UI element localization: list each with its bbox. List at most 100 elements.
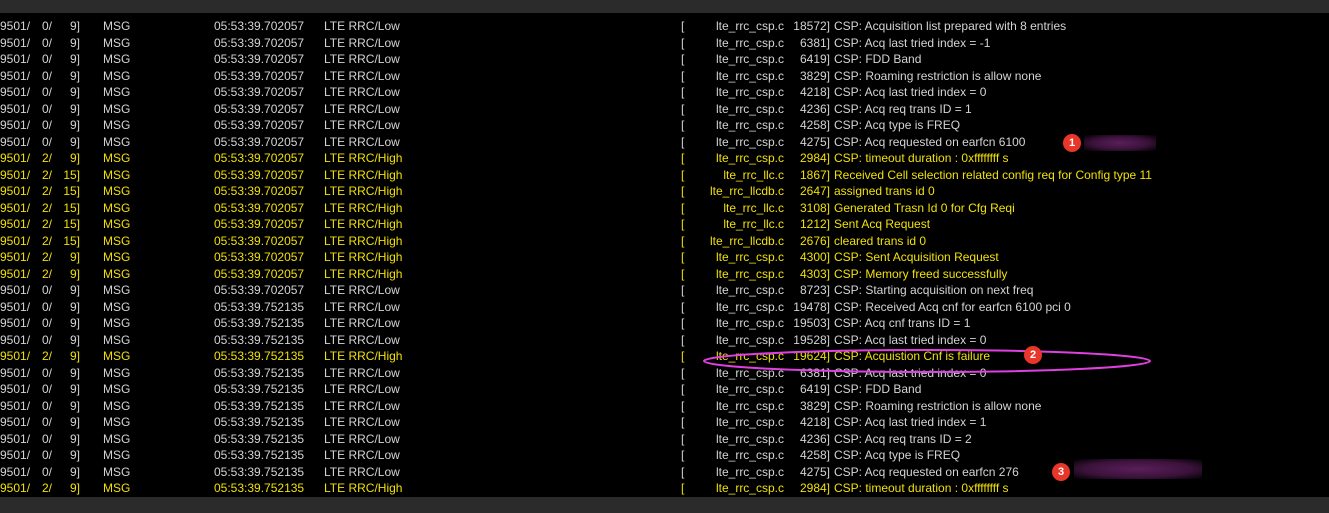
row-type: MSG xyxy=(103,415,131,429)
log-row[interactable]: 9501/2/9] MSG 05:53:39.702057 LTE RRC/High[… xyxy=(0,266,1329,283)
log-viewer[interactable]: 9501/0/9] MSG 05:53:39.702057 LTE RRC/Low[l… xyxy=(0,13,1329,497)
log-row[interactable]: 9501/0/9] MSG 05:53:39.752135 LTE RRC/Low[l… xyxy=(0,381,1329,398)
row-level-code: 9] xyxy=(69,299,80,314)
row-type: MSG xyxy=(103,35,131,50)
row-timestamp: 05:53:39.702057 xyxy=(214,85,305,99)
row-bracket: [ xyxy=(681,283,685,297)
row-type: MSG xyxy=(103,299,131,314)
row-line-number: 4275] xyxy=(799,464,830,479)
row-level-code: 9] xyxy=(69,415,80,429)
row-source-file: lte_rrc_csp.c xyxy=(715,464,784,479)
log-row[interactable]: 9501/0/9] MSG 05:53:39.702057 LTE RRC/Low[l… xyxy=(0,117,1329,134)
log-row[interactable]: 9501/0/9] MSG 05:53:39.752135 LTE RRC/Low[l… xyxy=(0,398,1329,415)
row-source-file: lte_rrc_csp.c xyxy=(715,52,784,66)
row-timestamp: 05:53:39.702057 xyxy=(214,19,305,33)
row-timestamp: 05:53:39.702057 xyxy=(214,101,305,116)
log-row[interactable]: 9501/0/9] MSG 05:53:39.702057 LTE RRC/Low[l… xyxy=(0,282,1329,299)
row-level-code: 9] xyxy=(69,52,80,66)
row-bracket: [ xyxy=(681,481,685,495)
row-type: MSG xyxy=(103,151,131,165)
row-bracket: [ xyxy=(681,151,685,165)
row-type: MSG xyxy=(103,448,131,462)
log-row[interactable]: 9501/2/15] MSG 05:53:39.702057 LTE RRC/High… xyxy=(0,167,1329,184)
log-row[interactable]: 9501/0/9] MSG 05:53:39.752135 LTE RRC/Low[l… xyxy=(0,299,1329,316)
row-type: MSG xyxy=(103,316,131,330)
log-row[interactable]: 9501/0/9] MSG 05:53:39.702057 LTE RRC/Low[l… xyxy=(0,18,1329,35)
row-message: Sent Acq Request xyxy=(834,217,931,231)
row-type: MSG xyxy=(103,134,131,149)
row-line-number: 18572] xyxy=(793,19,830,33)
row-category: LTE RRC/Low xyxy=(324,365,400,380)
redacted-region xyxy=(1074,459,1202,479)
row-bracket: [ xyxy=(681,415,685,429)
row-bracket: [ xyxy=(681,134,685,149)
row-type: MSG xyxy=(103,217,131,231)
row-type: MSG xyxy=(103,349,131,363)
row-category: LTE RRC/Low xyxy=(324,398,400,413)
row-category: LTE RRC/Low xyxy=(324,332,400,347)
row-subsystem: 2/ xyxy=(41,233,52,248)
row-line-number: 4300] xyxy=(799,250,830,264)
log-row[interactable]: 9501/2/15] MSG 05:53:39.702057 LTE RRC/High… xyxy=(0,233,1329,250)
log-row[interactable]: 9501/0/9] MSG 05:53:39.702057 LTE RRC/Low[l… xyxy=(0,51,1329,68)
log-row[interactable]: 9501/0/9] MSG 05:53:39.702057 LTE RRC/Low[l… xyxy=(0,35,1329,52)
row-category: LTE RRC/High xyxy=(324,200,403,215)
log-row[interactable]: 9501/2/15] MSG 05:53:39.702057 LTE RRC/High… xyxy=(0,200,1329,217)
log-row[interactable]: 9501/2/15] MSG 05:53:39.702057 LTE RRC/High… xyxy=(0,216,1329,233)
row-level-code: 9] xyxy=(69,101,80,116)
row-message: CSP: timeout duration : 0xffffffff s xyxy=(834,151,1009,165)
row-bracket: [ xyxy=(681,35,685,50)
log-row[interactable]: 9501/0/9] MSG 05:53:39.752135 LTE RRC/Low[l… xyxy=(0,315,1329,332)
row-category: LTE RRC/High xyxy=(324,481,403,495)
log-row[interactable]: 9501/0/9] MSG 05:53:39.752135 LTE RRC/Low[l… xyxy=(0,431,1329,448)
row-message: CSP: Acq requested on earfcn 276 xyxy=(834,464,1019,479)
row-message: CSP: Memory freed successfully xyxy=(834,266,1008,281)
row-message: CSP: Acq last tried index = 0 xyxy=(834,85,987,99)
row-type: MSG xyxy=(103,118,131,132)
row-subsystem: 0/ xyxy=(41,332,52,347)
log-row[interactable]: 9501/0/9] MSG 05:53:39.752135 LTE RRC/Low[l… xyxy=(0,414,1329,431)
row-message: cleared trans id 0 xyxy=(834,233,927,248)
row-timestamp: 05:53:39.752135 xyxy=(214,481,305,495)
row-type: MSG xyxy=(103,250,131,264)
row-line-number: 3108] xyxy=(799,200,830,215)
row-subsystem: 0/ xyxy=(41,134,52,149)
log-row[interactable]: 9501/0/9] MSG 05:53:39.702057 LTE RRC/Low[l… xyxy=(0,84,1329,101)
row-type: MSG xyxy=(103,398,131,413)
log-row[interactable]: 9501/0/9] MSG 05:53:39.702057 LTE RRC/Low[l… xyxy=(0,68,1329,85)
row-source-file: lte_rrc_csp.c xyxy=(715,481,784,495)
log-row[interactable]: 9501/2/9] MSG 05:53:39.752135 LTE RRC/High[… xyxy=(0,480,1329,497)
row-level-code: 9] xyxy=(69,68,80,83)
row-source-file: lte_rrc_csp.c xyxy=(715,151,784,165)
row-timestamp: 05:53:39.702057 xyxy=(214,200,305,215)
row-level-code: 9] xyxy=(69,448,80,462)
row-bracket: [ xyxy=(681,200,685,215)
row-bracket: [ xyxy=(681,68,685,83)
row-bracket: [ xyxy=(681,431,685,446)
highlight-ellipse xyxy=(703,349,1151,373)
row-message: CSP: Acq requested on earfcn 6100 xyxy=(834,134,1026,149)
row-message: CSP: Acq cnf trans ID = 1 xyxy=(834,316,971,330)
row-category: LTE RRC/Low xyxy=(324,134,400,149)
row-category: LTE RRC/High xyxy=(324,250,403,264)
log-row[interactable]: 9501/2/9] MSG 05:53:39.702057 LTE RRC/High[… xyxy=(0,249,1329,266)
log-row[interactable]: 9501/0/9] MSG 05:53:39.752135 LTE RRC/Low[l… xyxy=(0,332,1329,349)
row-line-number: 8723] xyxy=(799,283,830,297)
log-row[interactable]: 9501/0/9] MSG 05:53:39.702057 LTE RRC/Low[l… xyxy=(0,101,1329,118)
row-level-code: 9] xyxy=(69,382,80,396)
log-row[interactable]: 9501/2/9] MSG 05:53:39.702057 LTE RRC/High[… xyxy=(0,150,1329,167)
row-subsystem: 2/ xyxy=(41,184,52,198)
row-bracket: [ xyxy=(681,365,685,380)
row-source-file: lte_rrc_csp.c xyxy=(715,283,784,297)
row-subsystem: 0/ xyxy=(41,382,52,396)
row-category: LTE RRC/Low xyxy=(324,448,400,462)
row-level-code: 9] xyxy=(69,464,80,479)
log-row[interactable]: 9501/2/15] MSG 05:53:39.702057 LTE RRC/High… xyxy=(0,183,1329,200)
row-type: MSG xyxy=(103,68,131,83)
row-line-number: 3829] xyxy=(799,68,830,83)
row-level-code: 15] xyxy=(63,233,80,248)
row-timestamp: 05:53:39.752135 xyxy=(214,415,305,429)
row-category: LTE RRC/High xyxy=(324,151,403,165)
row-line-number: 2647] xyxy=(799,184,830,198)
row-timestamp: 05:53:39.702057 xyxy=(214,151,305,165)
